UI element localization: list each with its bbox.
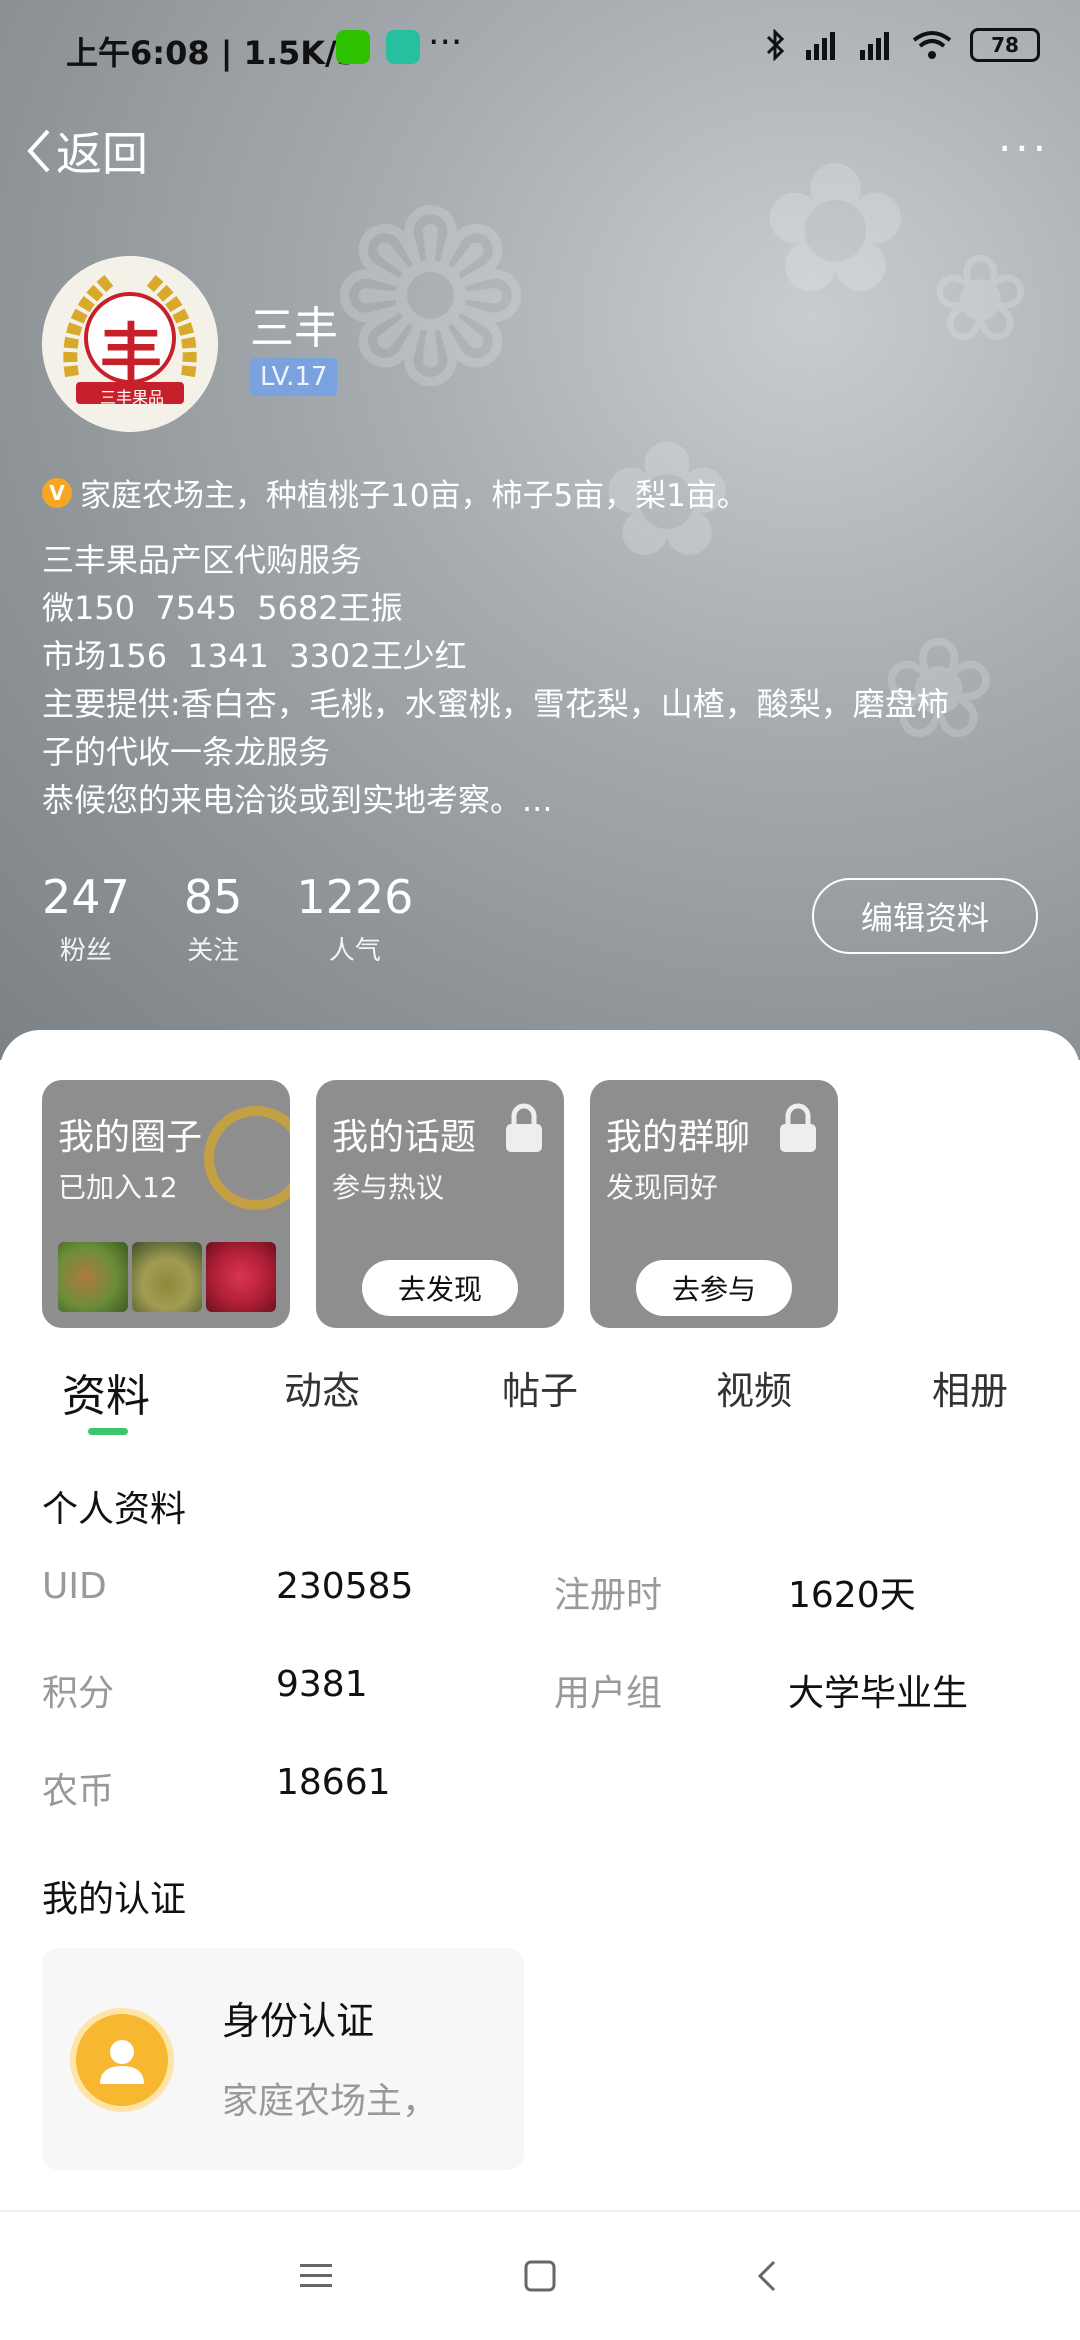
chevron-left-icon [27, 129, 50, 173]
menu-icon[interactable] [294, 2254, 338, 2298]
level-badge: LV.17 [250, 358, 338, 396]
tab-videos[interactable]: 视频 [716, 1360, 792, 1415]
bluetooth-icon [766, 29, 785, 61]
flower-decoration: ❁ [330, 160, 532, 440]
system-navigation-bar [0, 2212, 1080, 2340]
personal-info-title: 个人资料 [42, 1489, 187, 1530]
identity-certification-card[interactable]: 身份认证 家庭农场主， [42, 1948, 524, 2170]
person-silhouette [100, 2040, 144, 2084]
circle-thumbnails [58, 1242, 276, 1312]
stat-label: 关注 [187, 936, 240, 966]
app-notification-icon [386, 30, 420, 64]
lock-icon [506, 1103, 542, 1152]
card-subtitle: 已加入12 [58, 1171, 178, 1204]
card-title: 我的话题 [332, 1117, 477, 1158]
stat-fans[interactable]: 247 粉丝 [42, 870, 130, 967]
card-subtitle: 参与热议 [332, 1171, 445, 1204]
registration-value: 1620天 [788, 1575, 916, 1616]
circle-decoration [204, 1106, 290, 1210]
tab-profile[interactable]: 资料 [62, 1360, 150, 1424]
back-nav-icon[interactable] [746, 2254, 790, 2298]
stat-label: 粉丝 [59, 936, 112, 966]
tab-activity[interactable]: 动态 [284, 1360, 360, 1415]
profile-stats: 247 粉丝 85 关注 1226 人气 [42, 870, 467, 967]
wechat-icon [336, 30, 370, 64]
uid-value: 230585 [276, 1566, 414, 1607]
circle-thumbnail [132, 1242, 202, 1312]
points-label: 积分 [42, 1673, 115, 1714]
user-group-value: 大学毕业生 [788, 1673, 969, 1714]
bio-line: 三丰果品产区代购服务 [42, 541, 363, 579]
circle-thumbnail [206, 1242, 276, 1312]
stat-number: 85 [183, 870, 243, 924]
stat-popularity[interactable]: 1226 人气 [296, 870, 413, 967]
battery-icon: 78 [970, 28, 1040, 62]
status-bar: 上午6:08 | 1.5K/s ··· 78 [0, 0, 1080, 100]
bio-line: 恭候您的来电洽谈或到实地考察。... [42, 781, 553, 819]
more-notifications: ··· [428, 22, 463, 63]
coins-label: 农币 [42, 1771, 115, 1812]
circle-thumbnail [58, 1242, 128, 1312]
wifi-icon [912, 31, 952, 59]
flower-decoration: ✿ [760, 125, 911, 334]
card-title: 我的圈子 [58, 1117, 203, 1158]
avatar-subtext: 三丰果品 [100, 388, 165, 407]
bio-line: 市场156 1341 3302王少红 [42, 637, 467, 675]
stat-following[interactable]: 85 关注 [184, 870, 243, 967]
signal-icon-2 [860, 32, 889, 60]
bio[interactable]: 三丰果品产区代购服务 微150 7545 5682王振 市场156 1341 3… [42, 536, 1032, 824]
uid-label: UID [42, 1566, 107, 1607]
my-group-chats-card[interactable]: 我的群聊 发现同好 去参与 [590, 1080, 838, 1328]
home-icon[interactable] [518, 2254, 562, 2298]
coins-value: 18661 [276, 1762, 391, 1803]
edit-profile-button[interactable]: 编辑资料 [812, 878, 1038, 954]
tab-albums[interactable]: 相册 [932, 1360, 1008, 1415]
certification-card-desc: 家庭农场主， [222, 2081, 439, 2122]
points-value: 9381 [276, 1664, 368, 1705]
my-topics-card[interactable]: 我的话题 参与热议 去发现 [316, 1080, 564, 1328]
stat-number: 247 [42, 870, 130, 924]
active-tab-indicator [88, 1428, 128, 1435]
avatar-text: 丰 [100, 316, 163, 389]
status-time: 上午6:08 | 1.5K/s [66, 34, 356, 72]
card-subtitle: 发现同好 [606, 1171, 719, 1204]
registration-label: 注册时 [554, 1575, 663, 1616]
bio-line: 子的代收一条龙服务 [42, 733, 331, 771]
lock-icon [780, 1103, 816, 1152]
bio-line: 主要提供:香白杏，毛桃，水蜜桃，雪花梨，山楂，酸梨，磨盘柿 [42, 685, 949, 723]
more-options-button[interactable]: ··· [998, 124, 1050, 173]
certification-title: 我的认证 [42, 1879, 187, 1920]
card-title: 我的群聊 [606, 1117, 751, 1158]
join-button[interactable]: 去参与 [636, 1260, 792, 1316]
profile-tabs: 资料 动态 帖子 视频 相册 [0, 1330, 1080, 1422]
discover-button[interactable]: 去发现 [362, 1260, 518, 1316]
bio-line: 微150 7545 5682王振 [42, 589, 403, 627]
user-icon [70, 2008, 174, 2112]
user-name: 三丰 [250, 303, 338, 354]
avatar[interactable]: 丰 三丰果品 [42, 256, 218, 432]
stat-label: 人气 [328, 936, 381, 966]
verified-text: 家庭农场主，种植桃子10亩，柿子5亩，梨1亩。 [80, 478, 748, 514]
tab-posts[interactable]: 帖子 [502, 1360, 578, 1415]
verified-icon: V [42, 477, 72, 508]
user-group-label: 用户组 [554, 1673, 663, 1714]
verified-info: V 家庭农场主，种植桃子10亩，柿子5亩，梨1亩。 [42, 470, 748, 515]
certification-card-title: 身份认证 [222, 1999, 375, 2043]
back-label: 返回 [56, 127, 148, 181]
signal-icon [806, 32, 835, 60]
flower-decoration: ❀ [930, 230, 1031, 369]
back-button[interactable]: 返回 [26, 118, 148, 184]
my-circles-card[interactable]: 我的圈子 已加入12 [42, 1080, 290, 1328]
stat-number: 1226 [296, 870, 414, 924]
